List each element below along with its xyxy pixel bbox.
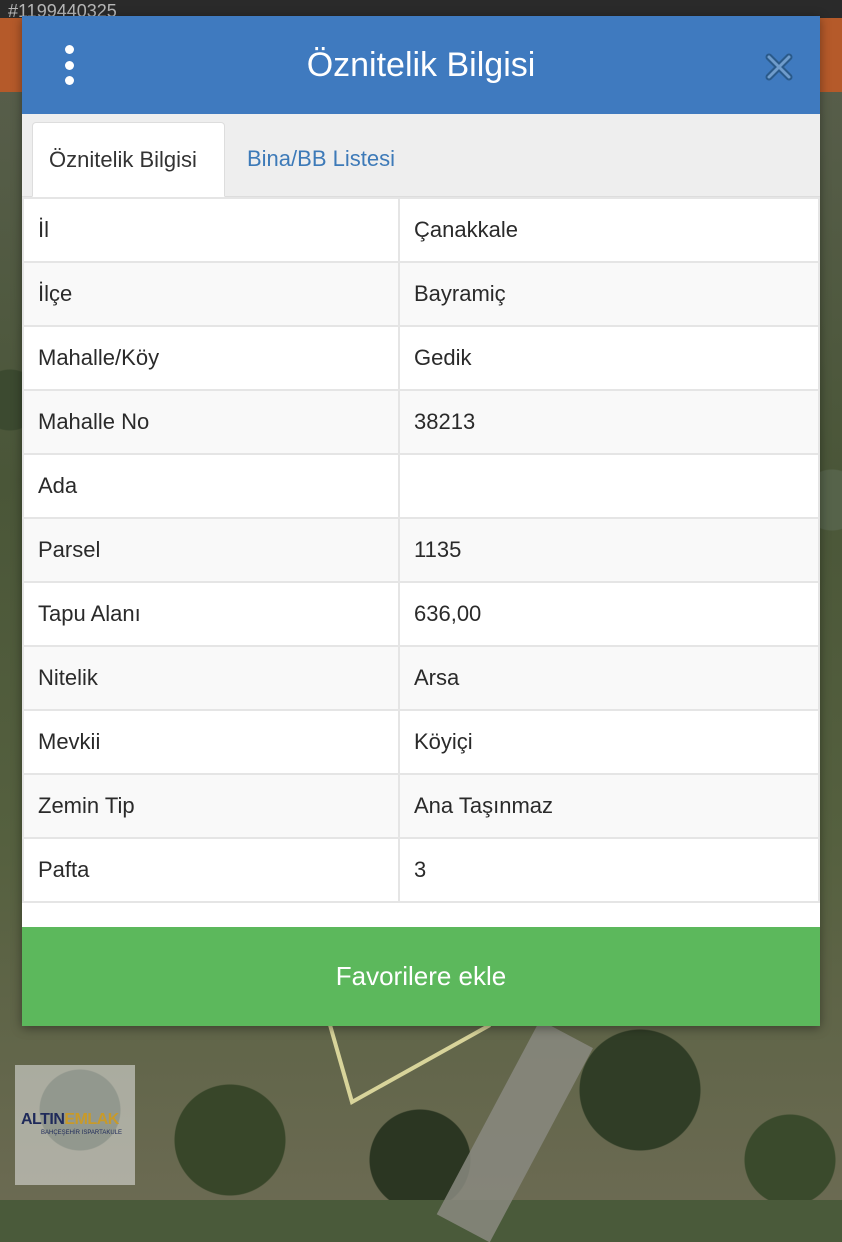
- attribute-key: Ada: [22, 453, 400, 519]
- attribute-key: Parsel: [22, 517, 400, 583]
- table-row: Mevkii Köyiçi: [22, 709, 820, 775]
- table-row: Ada: [22, 453, 820, 519]
- attribute-value: 3: [398, 837, 820, 903]
- attribute-value: 1135: [398, 517, 820, 583]
- brand-name-part1: ALTIN: [21, 1111, 65, 1128]
- attribute-value: Çanakkale: [398, 197, 820, 263]
- table-row: Mahalle No 38213: [22, 389, 820, 455]
- attribute-key: Pafta: [22, 837, 400, 903]
- brand-name-part2: EMLAK: [64, 1111, 119, 1128]
- vertical-dots-icon: [64, 60, 74, 70]
- menu-button[interactable]: [52, 44, 86, 86]
- tab-building-list[interactable]: Bina/BB Listesi: [231, 122, 411, 196]
- table-row: Tapu Alanı 636,00: [22, 581, 820, 647]
- attribute-key: Zemin Tip: [22, 773, 400, 839]
- attribute-key: Tapu Alanı: [22, 581, 400, 647]
- dialog-header: Öznitelik Bilgisi: [22, 16, 820, 114]
- table-row: Zemin Tip Ana Taşınmaz: [22, 773, 820, 839]
- close-icon[interactable]: [762, 50, 796, 84]
- attribute-key: Mahalle No: [22, 389, 400, 455]
- attribute-key: İlçe: [22, 261, 400, 327]
- attribute-value: 38213: [398, 389, 820, 455]
- vertical-dots-icon: [64, 45, 74, 54]
- table-row: Mahalle/Köy Gedik: [22, 325, 820, 391]
- tab-bar: Öznitelik Bilgisi Bina/BB Listesi: [22, 114, 820, 197]
- brand-name: ALTINEMLAK: [21, 1111, 119, 1129]
- attribute-key: İl: [22, 197, 400, 263]
- brand-logo: ALTINEMLAK BAHÇEŞEHİR ISPARTAKULE: [15, 1111, 135, 1141]
- brand-tagline: BAHÇEŞEHİR ISPARTAKULE: [41, 1130, 123, 1136]
- attribute-key: Mahalle/Köy: [22, 325, 400, 391]
- attribute-value: Arsa: [398, 645, 820, 711]
- attribute-key: Mevkii: [22, 709, 400, 775]
- table-row: Parsel 1135: [22, 517, 820, 583]
- attribute-table: İl Çanakkale İlçe Bayramiç Mahalle/Köy G…: [22, 197, 820, 903]
- table-row: Nitelik Arsa: [22, 645, 820, 711]
- attribute-value: Gedik: [398, 325, 820, 391]
- attribute-key: Nitelik: [22, 645, 400, 711]
- attribute-value: Bayramiç: [398, 261, 820, 327]
- table-row: İl Çanakkale: [22, 197, 820, 263]
- brand-watermark: ALTINEMLAK BAHÇEŞEHİR ISPARTAKULE: [15, 1065, 135, 1185]
- attribute-value: 636,00: [398, 581, 820, 647]
- table-row: Pafta 3: [22, 837, 820, 903]
- attribute-value: Köyiçi: [398, 709, 820, 775]
- dialog-title: Öznitelik Bilgisi: [306, 46, 536, 84]
- attribute-value: [398, 453, 820, 519]
- add-to-favorites-button[interactable]: Favorilere ekle: [22, 927, 820, 1026]
- attribute-dialog: Öznitelik Bilgisi Öznitelik Bilgisi Bina…: [22, 16, 820, 1026]
- vertical-dots-icon: [64, 76, 74, 85]
- table-row: İlçe Bayramiç: [22, 261, 820, 327]
- tab-attribute-info[interactable]: Öznitelik Bilgisi: [32, 122, 225, 197]
- attribute-value: Ana Taşınmaz: [398, 773, 820, 839]
